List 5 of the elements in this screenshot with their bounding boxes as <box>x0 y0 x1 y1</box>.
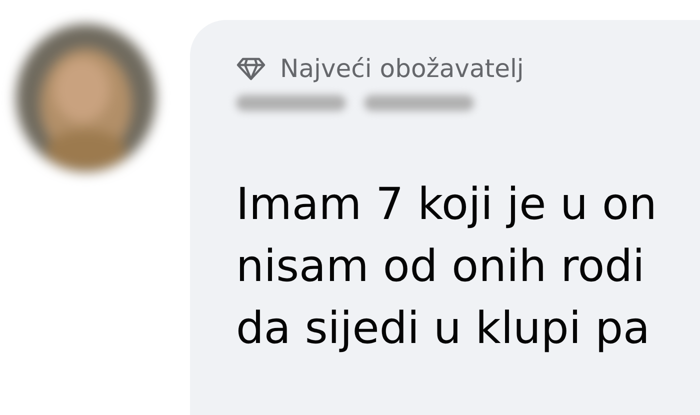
badge-label: Najveći obožavatelj <box>280 56 524 81</box>
comment-text-line: da sijedi u klupi pa <box>236 305 651 353</box>
comment-text-line: Imam 7 koji je u on <box>236 181 658 229</box>
comment-text-line: nisam od onih rodi <box>236 243 646 291</box>
diamond-icon <box>236 56 266 80</box>
